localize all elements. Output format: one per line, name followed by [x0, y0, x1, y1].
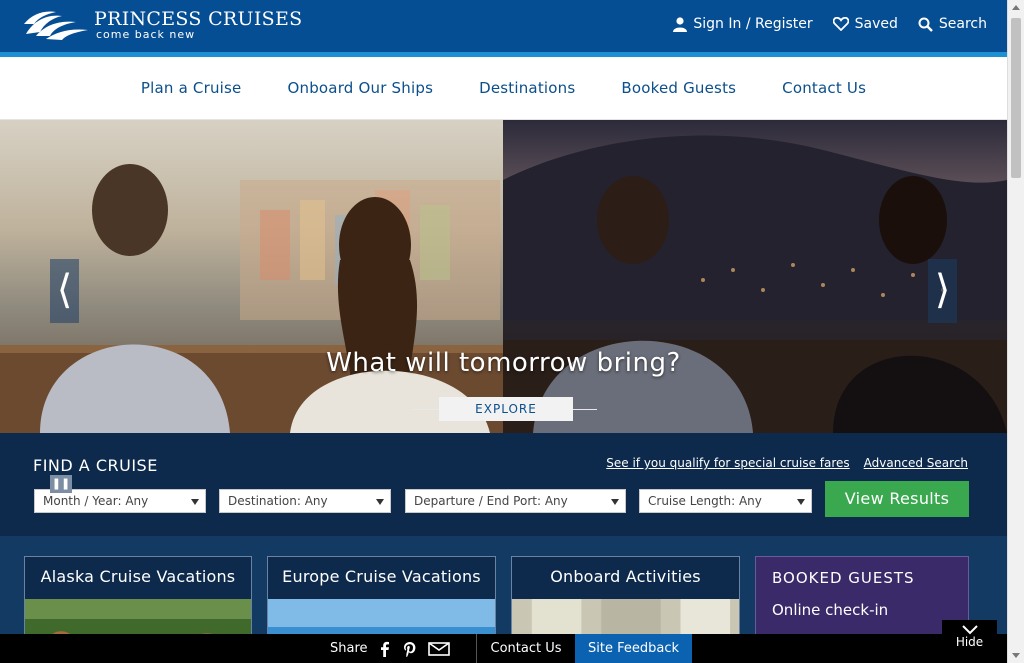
- top-bar: PRINCESS CRUISES come back new Sign In /…: [0, 0, 1007, 52]
- scroll-down-icon[interactable]: [1012, 653, 1020, 658]
- find-a-cruise-panel: FIND A CRUISE See if you qualify for spe…: [0, 433, 1007, 536]
- saved-label: Saved: [854, 16, 898, 32]
- page: PRINCESS CRUISES come back new Sign In /…: [0, 0, 1007, 663]
- month-year-value: Month / Year: Any: [43, 494, 149, 508]
- share-group: Share: [330, 634, 450, 663]
- booked-guests-title: BOOKED GUESTS: [772, 569, 915, 587]
- hide-label: Hide: [955, 635, 984, 649]
- explore-button[interactable]: EXPLORE: [439, 397, 573, 421]
- card-title: Alaska Cruise Vacations: [40, 567, 236, 586]
- nav-booked-guests[interactable]: Booked Guests: [598, 79, 759, 97]
- card-title: Europe Cruise Vacations: [282, 567, 481, 586]
- card-title: Onboard Activities: [550, 567, 701, 586]
- brand-name: PRINCESS CRUISES: [94, 8, 303, 30]
- chevron-down-icon: [961, 625, 978, 635]
- page-scrollbar[interactable]: [1007, 0, 1024, 663]
- caret-down-icon: [611, 499, 619, 505]
- carousel-pause-button[interactable]: ❚❚: [50, 475, 72, 493]
- finder-links: See if you qualify for special cruise fa…: [606, 456, 968, 470]
- utility-links: Sign In / Register Saved Search: [673, 16, 987, 32]
- share-label: Share: [330, 641, 368, 656]
- pause-icon: ❚❚: [51, 477, 71, 490]
- main-nav: Plan a Cruise Onboard Our Ships Destinat…: [0, 57, 1007, 120]
- logo[interactable]: PRINCESS CRUISES come back new: [22, 8, 302, 42]
- cruise-length-select[interactable]: Cruise Length: Any: [639, 489, 812, 513]
- hero-carousel: What will tomorrow bring? EXPLORE ⟨ ⟩: [0, 120, 1007, 433]
- caret-down-icon: [376, 499, 384, 505]
- sign-in-link[interactable]: Sign In / Register: [673, 16, 813, 32]
- nav-contact-us[interactable]: Contact Us: [759, 79, 889, 97]
- facebook-icon[interactable]: [378, 641, 392, 657]
- princess-seawitch-logo-icon: [24, 11, 88, 40]
- bottom-contact-us-button[interactable]: Contact Us: [477, 634, 575, 663]
- find-a-cruise-title: FIND A CRUISE: [33, 456, 158, 475]
- online-checkin-link[interactable]: Online check-in: [772, 601, 888, 619]
- sign-in-label: Sign In / Register: [693, 16, 813, 32]
- destination-value: Destination: Any: [228, 494, 328, 508]
- brand-tagline: come back new: [96, 28, 196, 41]
- caret-down-icon: [191, 499, 199, 505]
- search-link[interactable]: Search: [918, 16, 987, 32]
- departure-port-value: Departure / End Port: Any: [414, 494, 568, 508]
- user-icon: [673, 16, 688, 32]
- nav-plan-a-cruise[interactable]: Plan a Cruise: [118, 79, 265, 97]
- carousel-prev-button[interactable]: ⟨: [50, 259, 79, 323]
- email-icon[interactable]: [427, 641, 450, 656]
- site-feedback-button[interactable]: Site Feedback: [575, 634, 692, 663]
- scroll-up-icon[interactable]: [1012, 5, 1020, 10]
- hero-caption: What will tomorrow bring?: [326, 348, 681, 378]
- nav-destinations[interactable]: Destinations: [456, 79, 598, 97]
- search-label: Search: [938, 16, 987, 32]
- destination-select[interactable]: Destination: Any: [219, 489, 391, 513]
- departure-port-select[interactable]: Departure / End Port: Any: [405, 489, 626, 513]
- hide-bar-button[interactable]: Hide: [942, 620, 997, 663]
- caret-down-icon: [797, 499, 805, 505]
- heart-icon: [832, 17, 849, 31]
- nav-onboard-our-ships[interactable]: Onboard Our Ships: [265, 79, 457, 97]
- carousel-next-button[interactable]: ⟩: [928, 259, 957, 323]
- saved-link[interactable]: Saved: [832, 16, 898, 32]
- advanced-search-link[interactable]: Advanced Search: [864, 456, 968, 470]
- scrollbar-thumb[interactable]: [1011, 18, 1021, 178]
- special-fares-link[interactable]: See if you qualify for special cruise fa…: [606, 456, 849, 470]
- chevron-right-icon: ⟩: [934, 267, 951, 313]
- chevron-left-icon: ⟨: [56, 267, 73, 313]
- view-results-button[interactable]: View Results: [825, 481, 969, 517]
- search-icon: [918, 17, 933, 32]
- pinterest-icon[interactable]: [402, 641, 418, 657]
- cruise-length-value: Cruise Length: Any: [648, 494, 762, 508]
- sticky-bottom-bar: Share Contact Us Site Feedback: [0, 634, 1007, 663]
